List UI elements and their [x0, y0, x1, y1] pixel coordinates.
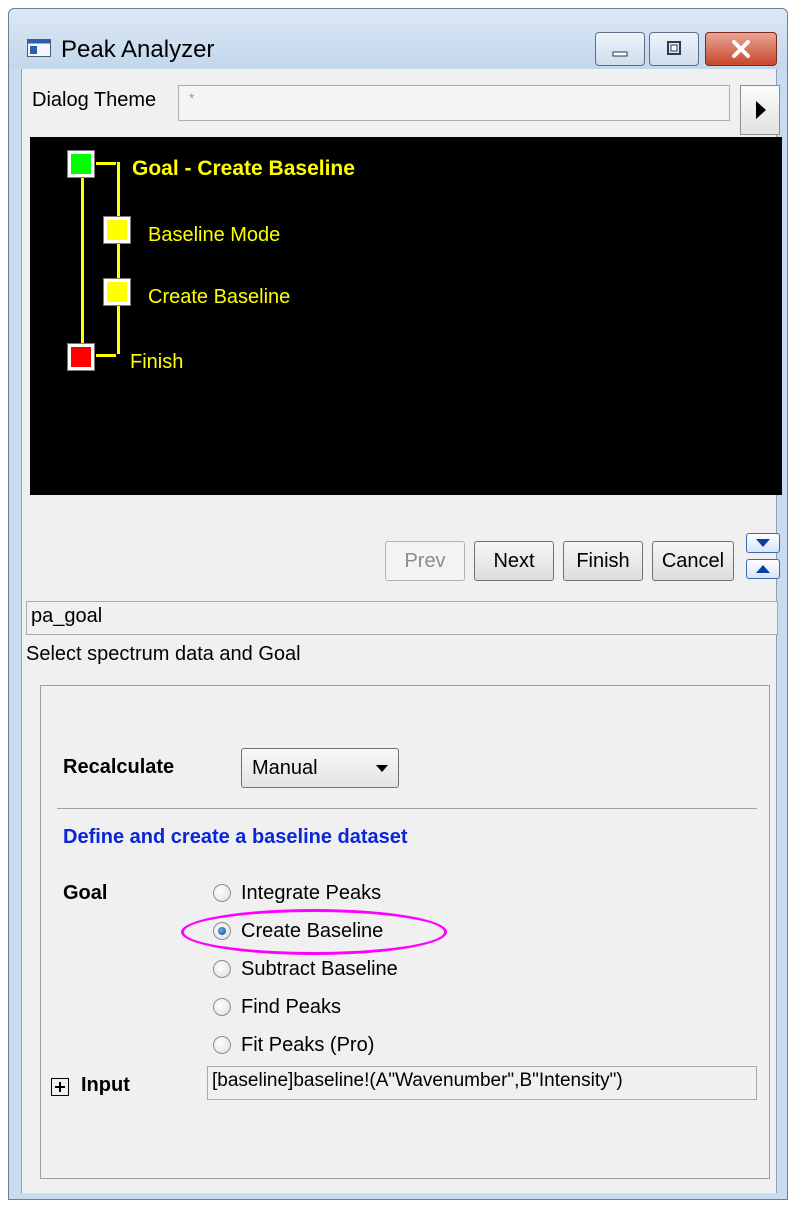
- page-description: Select spectrum data and Goal: [26, 643, 301, 665]
- tree-label-finish[interactable]: Finish: [130, 351, 183, 374]
- settings-panel: Recalculate Manual Define and create a b…: [40, 685, 770, 1179]
- theme-menu-button[interactable]: [740, 85, 780, 135]
- dialog-theme-label: Dialog Theme: [32, 89, 157, 111]
- expand-plus-icon[interactable]: [51, 1078, 69, 1096]
- goal-option-label: Find Peaks: [241, 996, 342, 1018]
- highlight-ellipse: [181, 909, 447, 955]
- tree-node-finish[interactable]: [67, 343, 95, 371]
- finish-button[interactable]: Finish: [563, 541, 643, 581]
- dialog-theme-value: *: [189, 90, 195, 106]
- tree-label-create-baseline[interactable]: Create Baseline: [148, 286, 290, 309]
- window-bottom-border: [21, 1193, 777, 1199]
- close-button[interactable]: [705, 32, 777, 66]
- next-button[interactable]: Next: [474, 541, 554, 581]
- goal-option-label: Fit Peaks (Pro): [241, 1034, 375, 1056]
- close-icon: [732, 40, 750, 58]
- input-label: Input: [81, 1074, 130, 1096]
- wizard-tree-panel: Goal - Create Baseline Baseline Mode Cre…: [30, 137, 782, 495]
- triangle-right-icon: [756, 101, 766, 119]
- restore-button[interactable]: [649, 32, 699, 66]
- restore-icon: [667, 41, 681, 55]
- minimize-icon: [612, 51, 628, 57]
- expand-down-button[interactable]: [746, 533, 780, 553]
- goal-option-label: Subtract Baseline: [241, 958, 398, 980]
- input-range-value: [baseline]baseline!(A"Wavenumber",B"Inte…: [212, 1070, 623, 1091]
- status-square-icon: [71, 347, 91, 367]
- recalculate-label: Recalculate: [63, 756, 175, 778]
- prev-button[interactable]: Prev: [385, 541, 465, 581]
- chevron-down-icon: [756, 539, 770, 547]
- radio-button[interactable]: [213, 998, 231, 1016]
- section-title: Define and create a baseline dataset: [63, 826, 408, 848]
- tree-sub-trunk-line: [117, 162, 120, 354]
- title-bar[interactable]: Peak Analyzer: [9, 9, 787, 69]
- tree-node-create-baseline[interactable]: [103, 278, 131, 306]
- status-square-icon: [107, 220, 127, 240]
- recalculate-select[interactable]: Manual: [241, 748, 399, 788]
- input-range-field[interactable]: [baseline]baseline!(A"Wavenumber",B"Inte…: [207, 1066, 757, 1100]
- divider: [57, 808, 757, 809]
- minimize-button[interactable]: [595, 32, 645, 66]
- cancel-button[interactable]: Cancel: [652, 541, 734, 581]
- collapse-up-button[interactable]: [746, 559, 780, 579]
- app-window-icon: [27, 39, 51, 57]
- tree-branch-line: [96, 162, 116, 165]
- radio-button[interactable]: [213, 960, 231, 978]
- tree-label-baseline-mode[interactable]: Baseline Mode: [148, 224, 280, 247]
- peak-analyzer-window: Peak Analyzer Dialog Theme * Goal - Crea…: [8, 8, 788, 1200]
- dialog-theme-field[interactable]: *: [178, 85, 730, 121]
- tree-label-goal[interactable]: Goal - Create Baseline: [132, 157, 355, 181]
- recalculate-value: Manual: [252, 757, 318, 779]
- chevron-up-icon: [756, 565, 770, 573]
- radio-button[interactable]: [213, 1036, 231, 1054]
- tree-branch-line: [96, 354, 116, 357]
- page-name-field[interactable]: pa_goal: [26, 601, 778, 635]
- chevron-down-icon: [376, 765, 388, 772]
- goal-label: Goal: [63, 882, 108, 904]
- page-name-value: pa_goal: [31, 605, 103, 627]
- tree-node-goal[interactable]: [67, 150, 95, 178]
- tree-trunk-line: [81, 162, 84, 368]
- goal-option-label: Integrate Peaks: [241, 882, 382, 904]
- tree-node-baseline-mode[interactable]: [103, 216, 131, 244]
- dialog-client-area: Dialog Theme * Goal - Create Baseline Ba…: [21, 69, 782, 1193]
- window-title: Peak Analyzer: [61, 36, 215, 63]
- radio-button[interactable]: [213, 884, 231, 902]
- status-square-icon: [71, 154, 91, 174]
- status-square-icon: [107, 282, 127, 302]
